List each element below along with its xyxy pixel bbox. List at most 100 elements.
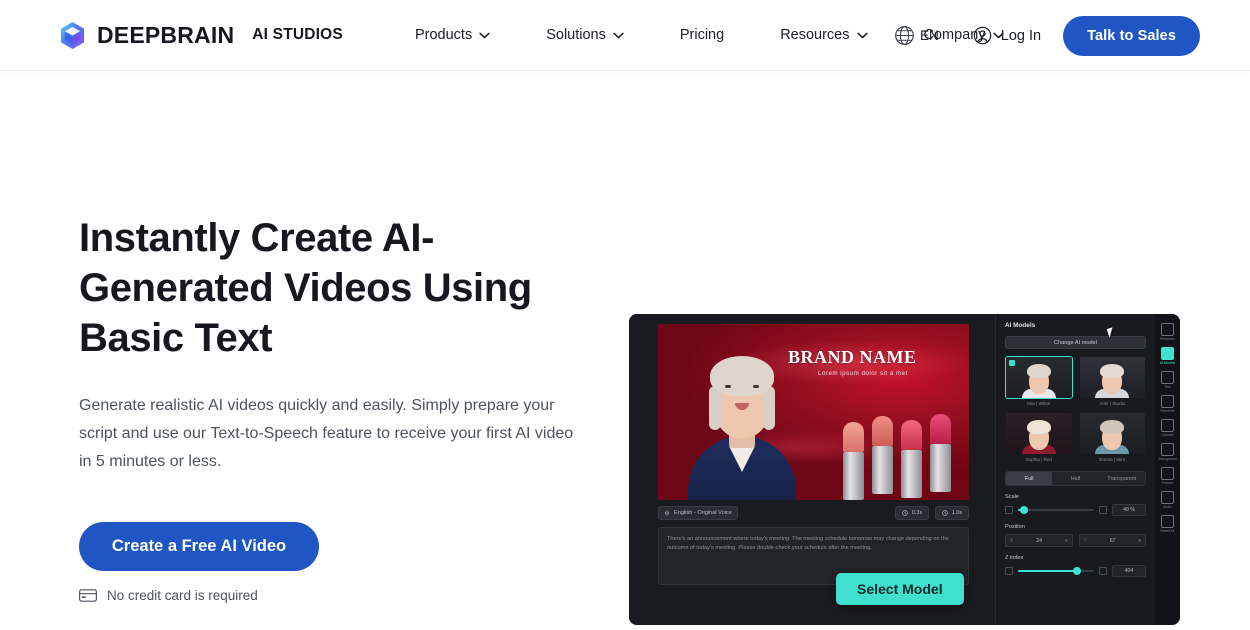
panel-title: AI Models xyxy=(1005,322,1036,329)
background-icon xyxy=(1161,443,1174,456)
nav-item-solutions[interactable]: Solutions xyxy=(536,15,634,55)
position-x-field[interactable]: X 24 ▾ xyxy=(1005,534,1073,547)
z-index-slider-fill xyxy=(1018,570,1078,572)
chevron-down-icon xyxy=(613,32,624,38)
z-index-slider[interactable] xyxy=(1018,567,1094,575)
model-hair xyxy=(1100,364,1125,378)
lipstick-cap xyxy=(901,420,922,450)
lipstick-product-group xyxy=(839,414,965,500)
frames-icon xyxy=(1161,467,1174,480)
rail-item-ai-models[interactable]: AI Models xyxy=(1155,345,1180,367)
z-index-slider-knob[interactable] xyxy=(1073,567,1082,575)
nav-label: Solutions xyxy=(546,27,606,43)
rail-label: Background xyxy=(1158,457,1177,461)
brand-logo[interactable]: DEEPBRAIN AI STUDIOS xyxy=(59,21,343,50)
stage-toolbar: English - Original Voice 0.3s 1.0s xyxy=(658,506,969,520)
model-card[interactable]: Mia | White xyxy=(1005,356,1073,406)
model-name: Emma | Mint xyxy=(1099,457,1126,462)
lipstick-item xyxy=(872,416,893,494)
scale-lock-icon xyxy=(1005,506,1013,514)
ai-models-panel: AI Models Change AI model Mia | White Ar… xyxy=(995,314,1155,625)
create-free-ai-video-button[interactable]: Create a Free AI Video xyxy=(79,522,319,571)
lipstick-cap xyxy=(843,422,864,452)
model-thumbnail xyxy=(1079,412,1147,455)
segment-half[interactable]: Half xyxy=(1052,472,1098,485)
rail-item-background[interactable]: Background xyxy=(1155,441,1180,463)
position-x-key: X xyxy=(1010,537,1014,544)
stage-toolbar-right: 0.3s 1.0s xyxy=(895,506,969,520)
change-ai-model-button[interactable]: Change AI model xyxy=(1005,336,1146,349)
rail-item-templates[interactable]: Templates xyxy=(1155,321,1180,343)
nav-label: Resources xyxy=(780,27,850,43)
z-index-value[interactable]: 404 xyxy=(1112,565,1146,577)
rail-item-elements[interactable]: Elements xyxy=(1155,393,1180,415)
video-editor-preview: BRAND NAME Lorem ipsum dolor sit a met E… xyxy=(629,314,1180,625)
rail-item-audio[interactable]: Audio xyxy=(1155,489,1180,511)
lipstick-cap xyxy=(872,416,893,446)
model-card[interactable]: Ariel | Studio xyxy=(1079,356,1147,406)
rail-label: Templates xyxy=(1159,337,1176,341)
nav-item-resources[interactable]: Resources xyxy=(770,15,877,55)
scale-value[interactable]: 49 % xyxy=(1112,504,1146,516)
language-selector[interactable]: EN xyxy=(893,24,939,47)
talk-to-sales-button[interactable]: Talk to Sales xyxy=(1063,15,1200,56)
lipstick-item xyxy=(901,420,922,498)
editor-canvas-area: BRAND NAME Lorem ipsum dolor sit a met E… xyxy=(629,314,995,625)
chevron-down-icon xyxy=(856,32,868,38)
model-name: Ariel | Studio xyxy=(1099,401,1126,406)
login-button[interactable]: Log In xyxy=(973,26,1041,45)
scale-control: 49 % xyxy=(1005,504,1146,516)
nav-item-products[interactable]: Products xyxy=(405,15,500,55)
select-model-button[interactable]: Select Model xyxy=(836,573,964,605)
position-y-field[interactable]: Y 67 ▾ xyxy=(1078,534,1146,547)
position-y-stepper[interactable]: ▾ xyxy=(1138,538,1141,544)
rail-label: Brand Kit xyxy=(1160,529,1175,533)
scale-slider[interactable] xyxy=(1018,506,1094,514)
rail-item-text[interactable]: Text xyxy=(1155,369,1180,391)
presenter-eye-right xyxy=(753,385,759,388)
scale-label: Scale xyxy=(1005,494,1019,500)
position-x-value: 24 xyxy=(1036,537,1043,544)
model-selected-indicator xyxy=(1009,360,1015,366)
z-index-reset-icon[interactable] xyxy=(1099,567,1107,575)
login-label: Log In xyxy=(1000,27,1042,44)
voice-icon xyxy=(665,510,669,516)
rail-label: Audio xyxy=(1163,505,1172,509)
model-hair xyxy=(1026,364,1051,378)
nav-item-pricing[interactable]: Pricing xyxy=(670,15,734,55)
scale-reset-icon[interactable] xyxy=(1099,506,1107,514)
model-thumbnail xyxy=(1005,356,1073,399)
language-voice-tag[interactable]: English - Original Voice xyxy=(658,506,738,520)
position-control: X 24 ▾ Y 67 ▾ xyxy=(1005,534,1146,547)
model-name: Mia | White xyxy=(1027,401,1051,406)
video-stage[interactable]: BRAND NAME Lorem ipsum dolor sit a met xyxy=(658,324,969,500)
model-card[interactable]: Emma | Mint xyxy=(1079,412,1147,462)
lipstick-tube xyxy=(872,446,893,494)
rail-label: Frames xyxy=(1161,481,1174,485)
cube-logo-icon xyxy=(60,21,85,49)
hero-subtitle: Generate realistic AI videos quickly and… xyxy=(79,397,574,470)
rail-label: Text xyxy=(1164,385,1171,389)
rail-item-uploads[interactable]: Uploads xyxy=(1155,417,1180,439)
model-thumbnail xyxy=(1079,356,1147,399)
brand-name: DEEPBRAIN xyxy=(97,21,235,48)
model-hair xyxy=(1026,420,1051,434)
lipstick-tube xyxy=(901,450,922,498)
brand-subname: AI STUDIOS xyxy=(252,26,343,43)
rail-item-frames[interactable]: Frames xyxy=(1155,465,1180,487)
segment-full[interactable]: Full xyxy=(1006,472,1053,485)
scale-slider-knob[interactable] xyxy=(1020,506,1029,514)
model-card[interactable]: Sophia | Red xyxy=(1005,412,1073,462)
duration-b-chip[interactable]: 1.0s xyxy=(935,506,969,520)
rail-item-brand-kit[interactable]: Brand Kit xyxy=(1155,513,1180,535)
uploads-icon xyxy=(1161,419,1174,432)
globe-icon xyxy=(895,26,914,45)
segment-transparent[interactable]: Transparent xyxy=(1099,472,1145,485)
user-circle-icon xyxy=(973,26,992,45)
model-hair xyxy=(1100,420,1125,434)
position-x-stepper[interactable]: ▾ xyxy=(1065,538,1068,544)
duration-a-chip[interactable]: 0.3s xyxy=(895,506,929,520)
rail-label: Uploads xyxy=(1161,433,1174,437)
model-thumbnail-grid: Mia | White Ariel | Studio Sophia | Red … xyxy=(1005,356,1146,462)
z-index-label: Z index xyxy=(1005,555,1024,561)
